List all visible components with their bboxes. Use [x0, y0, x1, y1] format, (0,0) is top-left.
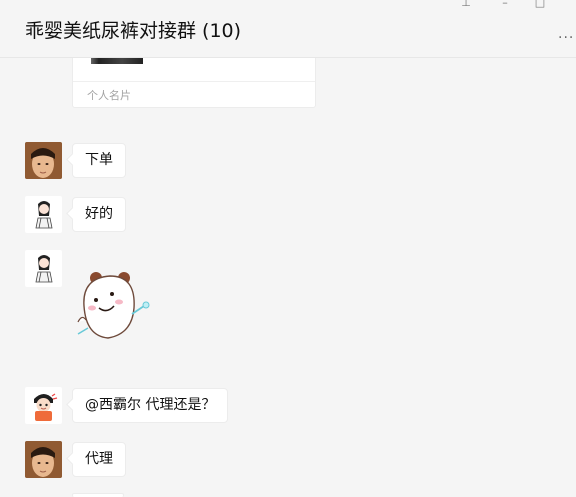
message-text: 好的 [85, 206, 113, 222]
contact-card-message[interactable]: 个人名片 [72, 58, 316, 108]
man-photo-avatar[interactable] [25, 142, 62, 179]
message-text: 代理 [85, 451, 113, 467]
minimize-button[interactable]: – [496, 0, 514, 12]
girl-cartoon-avatar[interactable] [25, 250, 62, 287]
mention-text[interactable]: @西霸尔 [85, 397, 141, 413]
message-bubble[interactable]: 代理 [72, 442, 126, 477]
contact-card-thumbnail [91, 58, 143, 64]
message-bubble[interactable] [72, 493, 124, 497]
bear-sticker[interactable] [74, 264, 154, 348]
pin-icon[interactable]: ⊥ [457, 0, 475, 12]
girl-cartoon-avatar[interactable] [25, 196, 62, 233]
more-options-button[interactable]: ... [558, 26, 574, 42]
message-bubble[interactable]: 好的 [72, 197, 126, 232]
cartoon-kid-avatar[interactable] [25, 387, 62, 424]
contact-card-label: 个人名片 [87, 89, 131, 102]
man-photo-avatar[interactable] [25, 492, 62, 497]
man-photo-avatar[interactable] [25, 441, 62, 478]
contact-card-divider [73, 81, 315, 82]
chat-message-area[interactable]: 个人名片 下单 好的 @西霸尔 代理还是？ 代理 [0, 58, 576, 497]
chat-title: 乖婴美纸尿裤对接群 (10) [25, 20, 242, 42]
message-bubble[interactable]: 下单 [72, 143, 126, 178]
message-text: 代理还是？ [145, 397, 216, 413]
message-text: 下单 [85, 152, 113, 168]
maximize-button[interactable]: □ [531, 0, 549, 12]
chat-title-bar: 乖婴美纸尿裤对接群 (10) ⊥ – □ ... [0, 0, 576, 58]
message-bubble[interactable]: @西霸尔 代理还是？ [72, 388, 229, 423]
